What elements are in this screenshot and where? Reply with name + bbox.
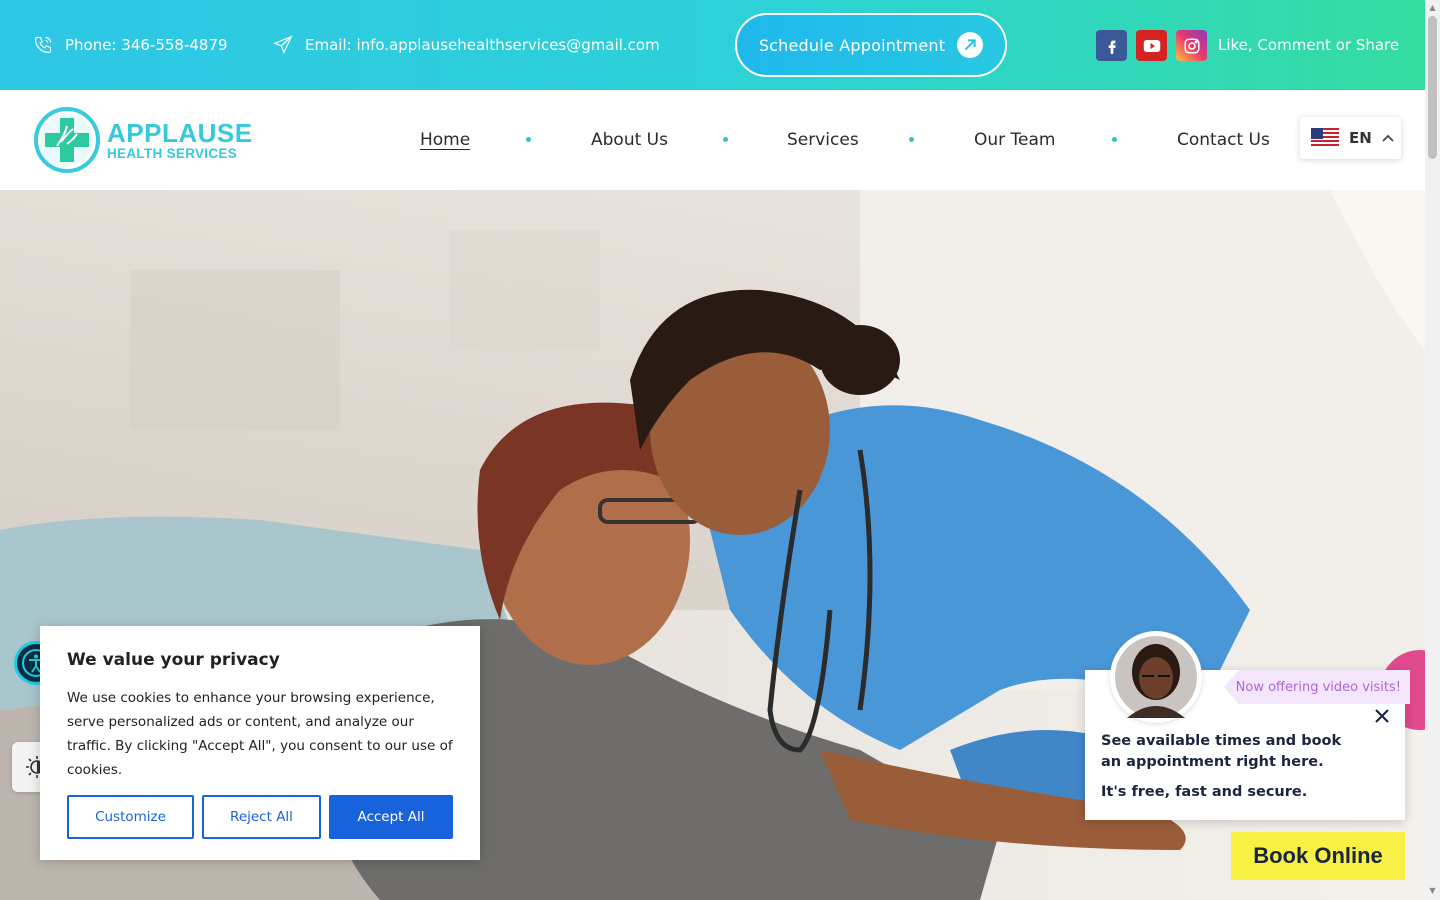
provider-avatar <box>1110 631 1202 723</box>
schedule-appointment-button[interactable]: Schedule Appointment <box>735 13 1007 77</box>
nav-services[interactable]: Services <box>787 130 859 150</box>
close-icon[interactable] <box>1372 706 1392 726</box>
logo-subtitle: HEALTH SERVICES <box>107 145 238 161</box>
site-header: APPLAUSE HEALTH SERVICES Home About Us S… <box>0 90 1425 190</box>
share-text: Like, Comment or Share <box>1218 36 1400 54</box>
language-code: EN <box>1349 129 1372 147</box>
arrow-icon <box>957 32 984 58</box>
nav-our-team[interactable]: Our Team <box>974 130 1055 150</box>
nav-home[interactable]: Home <box>420 130 470 150</box>
paper-plane-icon <box>273 35 293 54</box>
schedule-label: Schedule Appointment <box>758 35 946 55</box>
cookie-consent-dialog: We value your privacy We use cookies to … <box>40 626 480 860</box>
us-flag-icon <box>1311 128 1339 148</box>
video-visits-banner: Now offering video visits! <box>1224 670 1410 704</box>
top-contact-bar: Phone: 346-558-4879 Email: info.applause… <box>0 0 1425 90</box>
logo-cross-icon <box>34 107 100 173</box>
logo-title: APPLAUSE <box>107 117 253 148</box>
booking-subtext: It's free, fast and secure. <box>1101 784 1308 800</box>
phone-link[interactable]: Phone: 346-558-4879 <box>33 0 228 90</box>
scroll-down-icon[interactable]: ▼ <box>1428 886 1437 895</box>
scroll-up-icon[interactable]: ▲ <box>1428 3 1437 12</box>
youtube-icon[interactable] <box>1136 30 1167 61</box>
cookie-body: We use cookies to enhance your browsing … <box>67 690 453 778</box>
phone-icon <box>34 36 52 54</box>
email-link[interactable]: Email: info.applausehealthservices@gmail… <box>273 0 660 90</box>
phone-text: Phone: 346-558-4879 <box>65 36 228 54</box>
book-online-button[interactable]: Book Online <box>1231 832 1405 880</box>
chevron-up-icon <box>1382 134 1394 142</box>
booking-message: See available times and book an appointm… <box>1101 733 1342 770</box>
nav-contact-us[interactable]: Contact Us <box>1177 130 1270 150</box>
customize-button[interactable]: Customize <box>67 795 194 839</box>
nav-separator-dot <box>723 137 728 142</box>
facebook-icon[interactable] <box>1096 30 1127 61</box>
nav-about-us[interactable]: About Us <box>591 130 668 150</box>
scroll-thumb[interactable] <box>1428 16 1437 159</box>
language-selector[interactable]: EN <box>1300 117 1401 159</box>
page-scrollbar[interactable]: ▲ ▼ <box>1425 0 1440 900</box>
site-logo[interactable]: APPLAUSE HEALTH SERVICES <box>33 106 253 174</box>
nav-separator-dot <box>1112 137 1117 142</box>
nav-separator-dot <box>909 137 914 142</box>
accept-all-button[interactable]: Accept All <box>329 795 453 839</box>
nav-separator-dot <box>526 137 531 142</box>
email-text: Email: info.applausehealthservices@gmail… <box>305 36 660 54</box>
instagram-icon[interactable] <box>1176 30 1207 61</box>
reject-all-button[interactable]: Reject All <box>202 795 321 839</box>
cookie-title: We value your privacy <box>67 650 280 670</box>
